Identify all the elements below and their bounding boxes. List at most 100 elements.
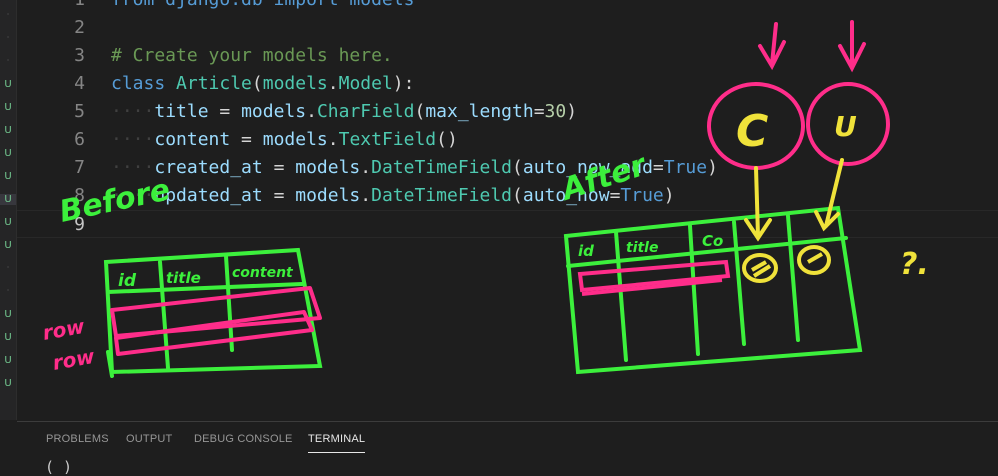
line-number: 9 (74, 214, 85, 235)
code-token: ( (414, 101, 426, 122)
gutter-mark: · (6, 33, 10, 42)
code-token: updated_at (154, 185, 263, 206)
code-token: = (208, 101, 242, 122)
code-token: auto_now_add (522, 157, 653, 178)
code-token: ···· (111, 157, 155, 178)
line-number: 2 (74, 17, 85, 38)
code-editor[interactable]: 1 from django.db import models 2 3 # Create … (17, 0, 998, 420)
code-token: created_at (154, 157, 263, 178)
line-number: 8 (74, 185, 85, 206)
line-code: ····created_at = models.DateTimeField(au… (111, 154, 718, 182)
code-line-2[interactable]: 2 (17, 14, 998, 42)
code-token: ) (663, 185, 675, 206)
code-token: = (533, 101, 545, 122)
gutter-mark: · (6, 56, 10, 65)
gutter-mark: U (4, 102, 12, 113)
gutter-mark: U (4, 148, 12, 159)
vscode-window: · · · U U U U U U U U · · U U U U 1 from django.db import… (0, 0, 998, 476)
code-token: content (154, 129, 231, 150)
line-number: 7 (74, 157, 85, 178)
code-token: auto_now (522, 185, 610, 206)
line-number: 4 (74, 73, 85, 94)
tab-debug-console[interactable]: DEBUG CONSOLE (194, 433, 293, 445)
code-token: ) (707, 157, 718, 178)
code-token: Article (176, 73, 252, 94)
gutter-mark: · (6, 263, 10, 272)
gutter-mark: U (4, 171, 12, 182)
panel-tabs: PROBLEMS OUTPUT DEBUG CONSOLE TERMINAL (17, 422, 998, 458)
code-line-8[interactable]: 8 ····updated_at = models.DateTimeField(a… (17, 182, 998, 210)
gutter-mark: U (4, 355, 12, 366)
code-token: = (262, 157, 296, 178)
gutter-mark: · (6, 286, 10, 295)
tab-problems[interactable]: PROBLEMS (46, 433, 109, 445)
code-token: . (360, 185, 372, 206)
line-number: 1 (17, 0, 85, 14)
code-token: from django.db import models (111, 0, 414, 10)
code-token: . (306, 101, 317, 122)
line-code: ····title = models.CharField(max_length=… (111, 98, 577, 126)
line-number: 5 (74, 101, 85, 122)
code-token: class (111, 73, 177, 94)
gutter-mark: U (4, 79, 12, 90)
line-code: ····updated_at = models.DateTimeField(au… (111, 182, 675, 210)
line-number: 6 (74, 129, 85, 150)
gutter-mark: U (4, 217, 12, 228)
line-code: ····content = models.TextField() (111, 126, 458, 154)
code-token: title (154, 101, 209, 122)
source-control-gutter: · · · U U U U U U U U · · U U U U (0, 0, 17, 420)
gutter-mark: U (0, 194, 16, 205)
code-token: ) (566, 101, 578, 122)
code-token: True (663, 157, 708, 178)
code-token: Model (338, 73, 393, 94)
code-token: ( (512, 185, 523, 206)
gutter-mark: U (4, 378, 12, 389)
line-code: class Article(models.Model): (111, 70, 414, 98)
code-token: ···· (111, 101, 155, 122)
gutter-mark: U (4, 240, 12, 251)
code-token: # Create your models here. (111, 45, 393, 66)
code-token: ): (392, 73, 415, 94)
code-token: models (241, 101, 307, 122)
code-token: ( (512, 157, 523, 178)
line-number: 3 (74, 45, 85, 66)
line-code: # Create your models here. (111, 42, 393, 70)
code-token: models (262, 73, 328, 94)
code-line-5[interactable]: 5 ····title = models.CharField(max_length… (17, 98, 998, 126)
code-line-7[interactable]: 7 ····created_at = models.DateTimeField(a… (17, 154, 998, 182)
code-token: True (620, 185, 664, 206)
tab-output[interactable]: OUTPUT (126, 433, 172, 445)
code-line-3[interactable]: 3 # Create your models here. (17, 42, 998, 70)
code-token: CharField (316, 101, 415, 122)
code-token: . (327, 73, 339, 94)
code-token: = (609, 185, 621, 206)
code-token: ···· (111, 129, 155, 150)
code-token: models (262, 129, 328, 150)
code-line-4[interactable]: 4 class Article(models.Model): (17, 70, 998, 98)
code-token: max_length (425, 101, 534, 122)
gutter-mark: U (4, 332, 12, 343)
code-token: () (436, 129, 458, 150)
code-token: ( (251, 73, 263, 94)
code-token: models (295, 157, 361, 178)
code-token: DateTimeField (371, 185, 513, 206)
code-token: = (230, 129, 263, 150)
code-token: . (360, 157, 372, 178)
code-token: DateTimeField (371, 157, 513, 178)
code-token: = (652, 157, 664, 178)
line-code: from django.db import models (111, 0, 414, 14)
code-line-9[interactable]: 9 (17, 210, 998, 238)
terminal-output[interactable]: ( ) (45, 458, 72, 476)
code-token: . (327, 129, 339, 150)
gutter-mark: · (6, 10, 10, 19)
code-token: TextField (338, 129, 437, 150)
code-token: models (295, 185, 361, 206)
code-token: = (262, 185, 296, 206)
gutter-mark: U (4, 125, 12, 136)
code-line-1[interactable]: 1 from django.db import models (17, 0, 998, 14)
gutter-mark: U (4, 309, 12, 320)
code-token: ···· (111, 185, 155, 206)
code-line-6[interactable]: 6 ····content = models.TextField() (17, 126, 998, 154)
code-token: 30 (544, 101, 567, 122)
tab-terminal[interactable]: TERMINAL (308, 433, 366, 453)
